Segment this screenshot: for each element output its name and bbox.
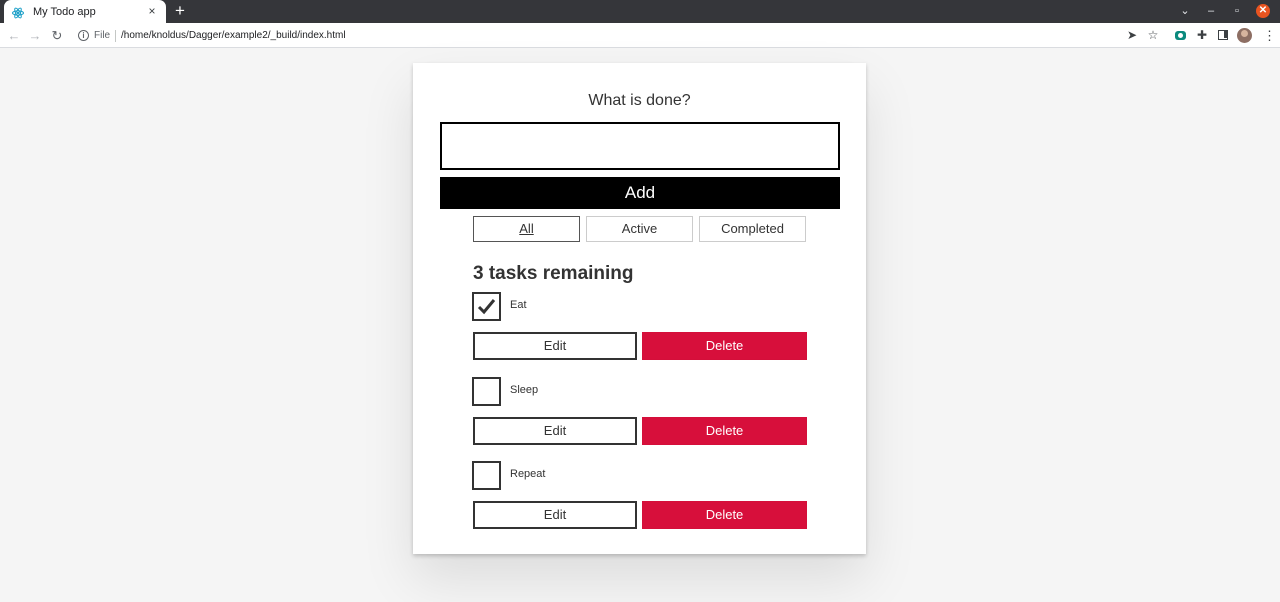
tasks-remaining-heading: 3 tasks remaining bbox=[473, 263, 634, 284]
new-todo-input[interactable] bbox=[440, 122, 840, 170]
puzzle-icon[interactable]: ✚ bbox=[1194, 23, 1210, 48]
checkmark-icon bbox=[477, 299, 496, 315]
address-bar[interactable]: /home/knoldus/Dagger/example2/_build/ind… bbox=[121, 23, 346, 48]
filter-completed-label: Completed bbox=[721, 221, 784, 236]
edit-button-repeat[interactable]: Edit bbox=[473, 501, 637, 529]
edit-button-sleep[interactable]: Edit bbox=[473, 417, 637, 445]
add-button[interactable]: Add bbox=[440, 177, 840, 209]
todo-checkbox-sleep[interactable] bbox=[472, 377, 501, 406]
tab-title: My Todo app bbox=[33, 5, 96, 18]
reload-icon[interactable]: ↻ bbox=[49, 23, 65, 48]
todo-checkbox-eat[interactable] bbox=[472, 292, 501, 321]
tab-strip: My Todo app × + ⌄ – ▫ ✕ bbox=[0, 0, 1280, 23]
tab-search-icon[interactable]: ⌄ bbox=[1180, 0, 1190, 23]
delete-button-eat[interactable]: Delete bbox=[642, 332, 807, 360]
delete-button-repeat[interactable]: Delete bbox=[642, 501, 807, 529]
filter-all-label: All bbox=[519, 221, 534, 236]
filter-completed-button[interactable]: Completed bbox=[699, 216, 806, 242]
todo-label-eat: Eat bbox=[510, 299, 527, 311]
back-arrow-icon[interactable]: ← bbox=[6, 23, 22, 48]
react-favicon-icon bbox=[12, 6, 24, 18]
restore-icon[interactable]: ▫ bbox=[1232, 0, 1242, 23]
filter-active-button[interactable]: Active bbox=[586, 216, 693, 242]
filter-active-label: Active bbox=[621, 221, 658, 236]
star-icon[interactable]: ☆ bbox=[1145, 23, 1161, 48]
browser-toolbar: ← → ↻ i File /home/knoldus/Dagger/exampl… bbox=[0, 23, 1280, 48]
info-icon[interactable]: i bbox=[78, 30, 89, 41]
tab-close-icon[interactable]: × bbox=[145, 4, 159, 18]
delete-button-sleep[interactable]: Delete bbox=[642, 417, 807, 445]
todo-app-card: What is done? Add All Active Completed 3… bbox=[413, 63, 866, 554]
url-separator bbox=[115, 30, 116, 42]
edit-button-eat[interactable]: Edit bbox=[473, 332, 637, 360]
filter-all-button[interactable]: All bbox=[473, 216, 580, 242]
new-todo-label: What is done? bbox=[588, 92, 691, 109]
forward-arrow-icon[interactable]: → bbox=[27, 23, 43, 48]
todo-label-sleep: Sleep bbox=[510, 384, 539, 396]
todo-label-repeat: Repeat bbox=[510, 468, 546, 480]
kebab-menu-icon[interactable]: ⋮ bbox=[1263, 23, 1276, 48]
window-close-icon[interactable]: ✕ bbox=[1256, 4, 1270, 18]
extension-icon[interactable] bbox=[1175, 31, 1186, 40]
todo-checkbox-repeat[interactable] bbox=[472, 461, 501, 490]
new-tab-button[interactable]: + bbox=[172, 1, 188, 21]
browser-tab[interactable]: My Todo app × bbox=[4, 0, 166, 23]
avatar[interactable] bbox=[1237, 28, 1252, 43]
minimize-icon[interactable]: – bbox=[1206, 0, 1216, 23]
share-icon[interactable]: ➤ bbox=[1124, 23, 1140, 48]
file-label: File bbox=[94, 30, 111, 41]
side-panel-icon[interactable] bbox=[1218, 30, 1228, 40]
